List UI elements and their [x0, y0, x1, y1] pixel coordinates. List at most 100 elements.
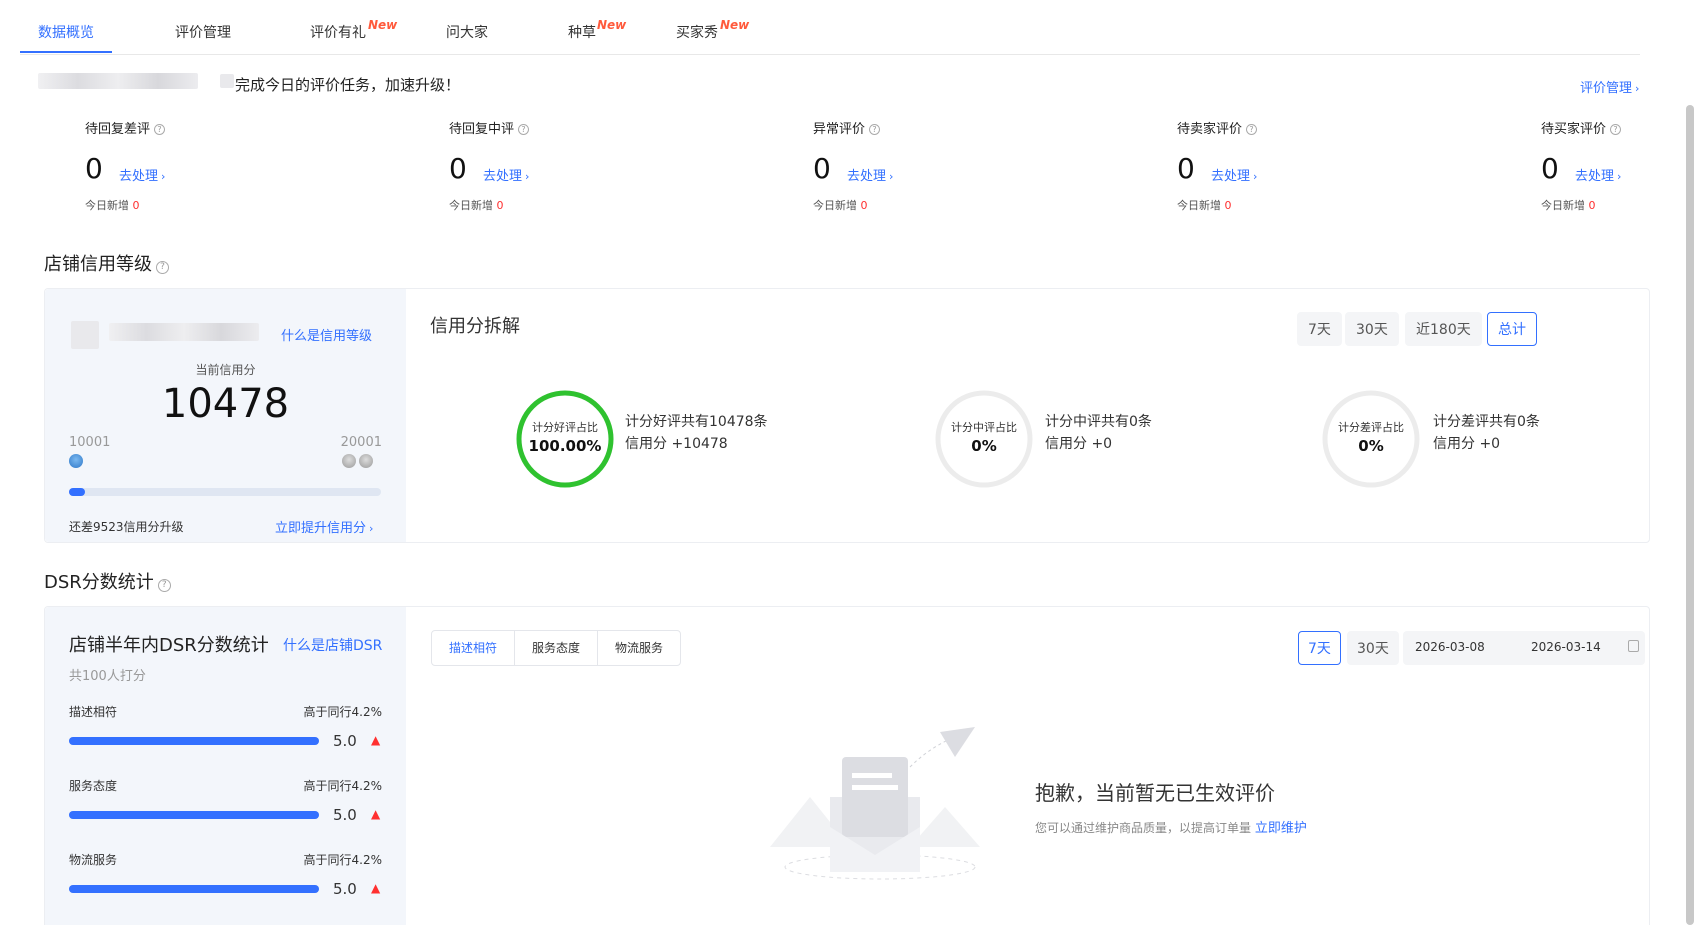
empty-mail-illustration [770, 727, 980, 880]
dsr-item-score: 5.0 [333, 732, 357, 750]
stat-buyer-pending: 待买家评价? 0 去处理 › 今日新增 0 [1541, 118, 1696, 212]
link-label: 立即提升信用分 [275, 521, 367, 536]
dsr-item-compare: 高于同行4.2% [303, 779, 383, 793]
today-label: 今日新增 [1541, 199, 1585, 212]
help-icon[interactable]: ? [518, 124, 530, 135]
ring-label: 计分好评占比 [532, 421, 598, 434]
period-180d[interactable]: 近180天 [1405, 312, 1482, 346]
empty-desc: 您可以通过维护商品质量，以提高订单量 立即维护 [1035, 817, 1307, 836]
paper-plane-icon [940, 727, 975, 757]
chevron-right-icon: › [1617, 170, 1622, 183]
what-is-credit-link[interactable]: 什么是信用等级 [281, 325, 372, 344]
link-label: 去处理 [483, 169, 523, 184]
empty-desc-text: 您可以通过维护商品质量，以提高订单量 [1035, 821, 1252, 835]
chevron-right-icon: › [525, 170, 530, 183]
negative-ratio-detail: 计分差评共有0条 信用分 +0 [1433, 411, 1540, 455]
what-is-dsr-link[interactable]: 什么是店铺DSR [283, 635, 382, 655]
chevron-right-icon: › [161, 170, 166, 183]
up-arrow-icon: ▲ [371, 733, 381, 747]
new-badge: New [597, 18, 627, 32]
section-title-text: 店铺信用等级 [44, 254, 152, 275]
process-link[interactable]: 去处理 › [119, 165, 165, 184]
today-new: 今日新增 0 [813, 197, 868, 213]
dsr-bar [69, 885, 319, 893]
maintain-link[interactable]: 立即维护 [1255, 821, 1307, 836]
good-ratio-detail: 计分好评共有10478条 信用分 +10478 [625, 411, 768, 455]
letter-paper [842, 757, 908, 837]
improve-credit-link[interactable]: 立即提升信用分 › [275, 517, 373, 536]
today-label: 今日新增 [449, 199, 493, 212]
neutral-ratio-ring: 计分中评占比 0% [934, 389, 1034, 489]
dsr-box-title: 店铺半年内DSR分数统计 [69, 635, 269, 656]
tab-review-manage[interactable]: 评价管理 [175, 22, 231, 42]
toggle-description[interactable]: 描述相符 [432, 631, 516, 665]
detail-line: 计分好评共有10478条 [625, 414, 768, 430]
credit-summary-box: 什么是信用等级 当前信用分 10478 10001 20001 还差9523信用… [45, 289, 406, 542]
credit-progress-fill [69, 488, 85, 496]
process-link[interactable]: 去处理 › [847, 165, 893, 184]
tab-buyer-show[interactable]: 买家秀 New [676, 18, 749, 42]
tab-review-gift[interactable]: 评价有礼 New [310, 18, 397, 42]
stat-label: 待回复中评 [449, 122, 515, 137]
help-icon[interactable]: ? [1610, 124, 1622, 135]
process-link[interactable]: 去处理 › [1211, 165, 1257, 184]
raters-count: 共100人打分 [69, 669, 146, 684]
tab-label: 评价有礼 [310, 25, 366, 41]
tab-overview[interactable]: 数据概览 [38, 22, 94, 42]
range-max: 20001 [340, 435, 382, 450]
chevron-right-icon: › [889, 170, 894, 183]
review-manage-link[interactable]: 评价管理 › [1580, 77, 1639, 96]
tab-seeding[interactable]: 种草 New [568, 18, 626, 42]
process-link[interactable]: 去处理 › [483, 165, 529, 184]
vertical-scrollbar[interactable] [1686, 105, 1694, 925]
dsr-period-30d[interactable]: 30天 [1347, 631, 1399, 665]
credit-score: 10478 [161, 381, 290, 427]
help-icon[interactable]: ? [157, 579, 171, 592]
period-30d[interactable]: 30天 [1345, 312, 1399, 346]
level-badge-icon [342, 454, 356, 468]
detail-line: 计分差评共有0条 [1433, 414, 1540, 430]
stat-pending-neutral: 待回复中评? 0 去处理 › 今日新增 0 [449, 118, 649, 212]
today-value: 0 [1224, 199, 1232, 212]
mountain-shape [910, 807, 980, 847]
today-new: 今日新增 0 [449, 197, 504, 213]
stat-label: 待买家评价 [1541, 122, 1607, 137]
tab-label: 种草 [568, 25, 596, 41]
period-total[interactable]: 总计 [1487, 312, 1537, 346]
toggle-service[interactable]: 服务态度 [515, 631, 599, 665]
toggle-logistics[interactable]: 物流服务 [598, 631, 680, 665]
neutral-ratio-detail: 计分中评共有0条 信用分 +0 [1045, 411, 1152, 455]
period-7d[interactable]: 7天 [1297, 312, 1342, 346]
stat-value: 0 [85, 152, 103, 185]
empty-title: 抱歉，当前暂无已生效评价 [1035, 781, 1275, 805]
help-icon[interactable]: ? [156, 261, 169, 274]
date-start: 2026-03-08 [1415, 640, 1485, 654]
dsr-item-label: 物流服务 [69, 853, 118, 867]
today-value: 0 [860, 199, 868, 212]
tab-ask-everyone[interactable]: 问大家 [446, 22, 488, 42]
daily-task-text: 完成今日的评价任务，加速升级！ [235, 76, 461, 94]
today-label: 今日新增 [813, 199, 857, 212]
help-icon[interactable]: ? [1246, 124, 1258, 135]
today-new: 今日新增 0 [85, 197, 140, 213]
good-ratio-ring: 计分好评占比 100.00% [515, 389, 615, 489]
calendar-icon[interactable] [1628, 640, 1639, 652]
dsr-item-score: 5.0 [333, 806, 357, 824]
letter-line [852, 773, 892, 778]
letter-line [852, 785, 898, 790]
help-icon[interactable]: ? [154, 124, 166, 135]
active-tab-indicator [20, 51, 112, 53]
date-end: 2026-03-14 [1531, 640, 1601, 654]
help-icon[interactable]: ? [869, 124, 881, 135]
date-range-picker[interactable]: 2026-03-08 2026-03-14 [1403, 631, 1645, 665]
level-badge-icon [69, 454, 83, 468]
dsr-item-score: 5.0 [333, 880, 357, 898]
ring-value: 0% [971, 437, 997, 455]
stat-abnormal: 异常评价? 0 去处理 › 今日新增 0 [813, 118, 1013, 212]
process-link[interactable]: 去处理 › [1575, 165, 1621, 184]
dsr-section-title: DSR分数统计? [44, 568, 171, 594]
stat-pending-negative: 待回复差评? 0 去处理 › 今日新增 0 [85, 118, 285, 212]
blurred-shop-name [109, 323, 259, 341]
up-arrow-icon: ▲ [371, 807, 381, 821]
dsr-period-7d[interactable]: 7天 [1298, 631, 1341, 665]
